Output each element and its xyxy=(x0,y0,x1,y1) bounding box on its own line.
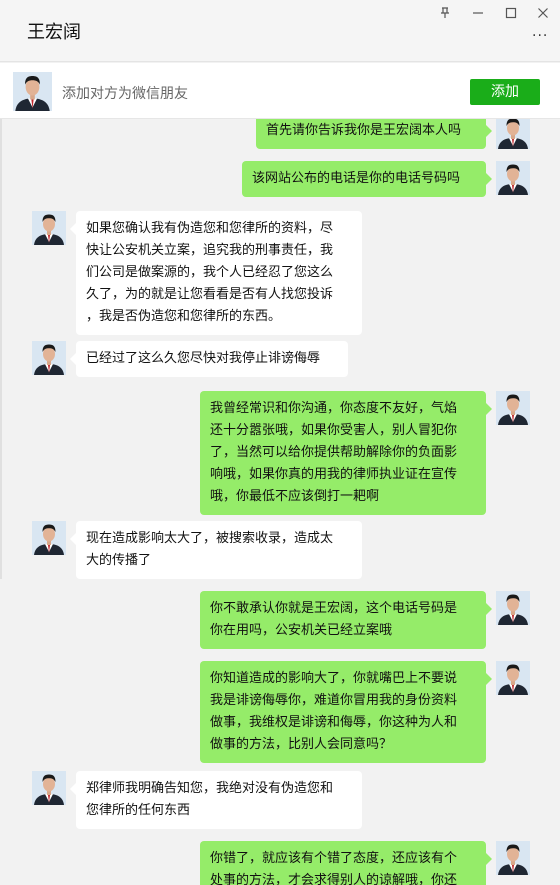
add-friend-button[interactable]: 添加 xyxy=(470,79,540,105)
message-line: 郑律师我明确告知您，我绝对没有伪造您和 xyxy=(86,781,334,796)
maximize-icon[interactable] xyxy=(503,5,519,21)
message-line: 哦，你最低不应该倒打一耙啊 xyxy=(210,489,380,504)
message-line: 您律所的任何东西 xyxy=(86,803,191,818)
sender-avatar[interactable] xyxy=(496,119,530,149)
message-line: 现在造成影响太大了，被搜索收录，造成太 xyxy=(86,531,334,546)
message-line: 你不敢承认你就是王宏阔，这个电话号码是 xyxy=(210,601,458,616)
message-line: 久了，为的就是让您看看是否有人找您投诉 xyxy=(86,287,334,302)
contact-avatar[interactable] xyxy=(32,341,66,375)
sender-avatar[interactable] xyxy=(496,841,530,875)
message-text: 该网站公布的电话是你的电话号码吗 xyxy=(252,171,461,186)
contact-avatar[interactable] xyxy=(32,211,66,245)
close-icon[interactable] xyxy=(535,5,551,21)
message-line: 你错了，就应该有个错了态度，还应该有个 xyxy=(210,851,458,866)
message-bubble: 已经过了这么久您尽快对我停止诽谤侮辱 xyxy=(70,341,348,377)
message-line: 响哦，如果你真的用我的律师执业证在宣传 xyxy=(210,467,458,482)
contact-avatar xyxy=(13,72,52,111)
message-line: 大的传播了 xyxy=(86,553,152,568)
message-line: 了，当然可以给你提供帮助解除你的负面影 xyxy=(210,445,458,460)
more-options-icon[interactable]: ··· xyxy=(532,28,552,44)
message-bubble: 如果您确认我有伪造您和您律所的资料，尽 快让公安机关立案，追究我的刑事责任，我 … xyxy=(70,211,362,335)
title-bar: 王宏阔 ··· xyxy=(0,0,560,62)
sender-avatar[interactable] xyxy=(496,161,530,195)
message-line: 我曾经常识和你沟通，你态度不友好，气焰 xyxy=(210,401,458,416)
chat-title: 王宏阔 xyxy=(27,22,81,43)
chat-area[interactable]: 首先请你告诉我你是王宏阔本人吗 该网站公布的电话是你的电话号码吗 如果您确认我有… xyxy=(0,119,560,885)
message-bubble: 你知道造成的影响大了，你就嘴巴上不要说 我是诽谤侮辱你，难道你冒用我的身份资料 … xyxy=(200,661,492,763)
message-bubble: 你错了，就应该有个错了态度，还应该有个 处事的方法，才会求得别人的谅解哦，你还 xyxy=(200,841,492,885)
message-line: 快让公安机关立案，追究我的刑事责任，我 xyxy=(86,243,334,258)
message-text: 已经过了这么久您尽快对我停止诽谤侮辱 xyxy=(86,351,321,366)
message-bubble: 郑律师我明确告知您，我绝对没有伪造您和 您律所的任何东西 xyxy=(70,771,362,829)
message-line: 做事，我维权是诽谤和侮辱，你这种为人和 xyxy=(210,715,458,730)
message-bubble: 首先请你告诉我你是王宏阔本人吗 xyxy=(256,119,492,149)
message-line: 还十分嚣张哦，如果你受害人，别人冒犯你 xyxy=(210,423,458,438)
message-line: 处事的方法，才会求得别人的谅解哦，你还 xyxy=(210,873,458,885)
message-line: 你知道造成的影响大了，你就嘴巴上不要说 xyxy=(210,671,458,686)
message-line: 我是诽谤侮辱你，难道你冒用我的身份资料 xyxy=(210,693,458,708)
sender-avatar[interactable] xyxy=(496,391,530,425)
sender-avatar[interactable] xyxy=(496,661,530,695)
add-friend-bar: 添加对方为微信朋友 添加 xyxy=(0,63,560,119)
message-line: 你在用吗，公安机关已经立案哦 xyxy=(210,623,393,638)
message-bubble: 你不敢承认你就是王宏阔，这个电话号码是 你在用吗，公安机关已经立案哦 xyxy=(200,591,492,649)
message-line: 做事的方法，比别人会同意吗？ xyxy=(210,737,393,752)
message-bubble: 我曾经常识和你沟通，你态度不友好，气焰 还十分嚣张哦，如果你受害人，别人冒犯你 … xyxy=(200,391,492,515)
add-friend-prompt: 添加对方为微信朋友 xyxy=(62,86,188,102)
message-line: ，我是否伪造您和您律所的东西。 xyxy=(86,309,282,324)
minimize-icon[interactable] xyxy=(470,5,486,21)
contact-avatar[interactable] xyxy=(32,521,66,555)
message-text: 首先请你告诉我你是王宏阔本人吗 xyxy=(266,123,462,138)
message-bubble: 现在造成影响太大了，被搜索收录，造成太 大的传播了 xyxy=(70,521,362,579)
sender-avatar[interactable] xyxy=(496,591,530,625)
contact-avatar[interactable] xyxy=(32,771,66,805)
message-line: 们公司是做案源的，我个人已经忍了您这么 xyxy=(86,265,334,280)
pin-icon[interactable] xyxy=(437,5,453,21)
message-bubble: 该网站公布的电话是你的电话号码吗 xyxy=(242,161,492,197)
message-line: 如果您确认我有伪造您和您律所的资料，尽 xyxy=(86,221,334,236)
